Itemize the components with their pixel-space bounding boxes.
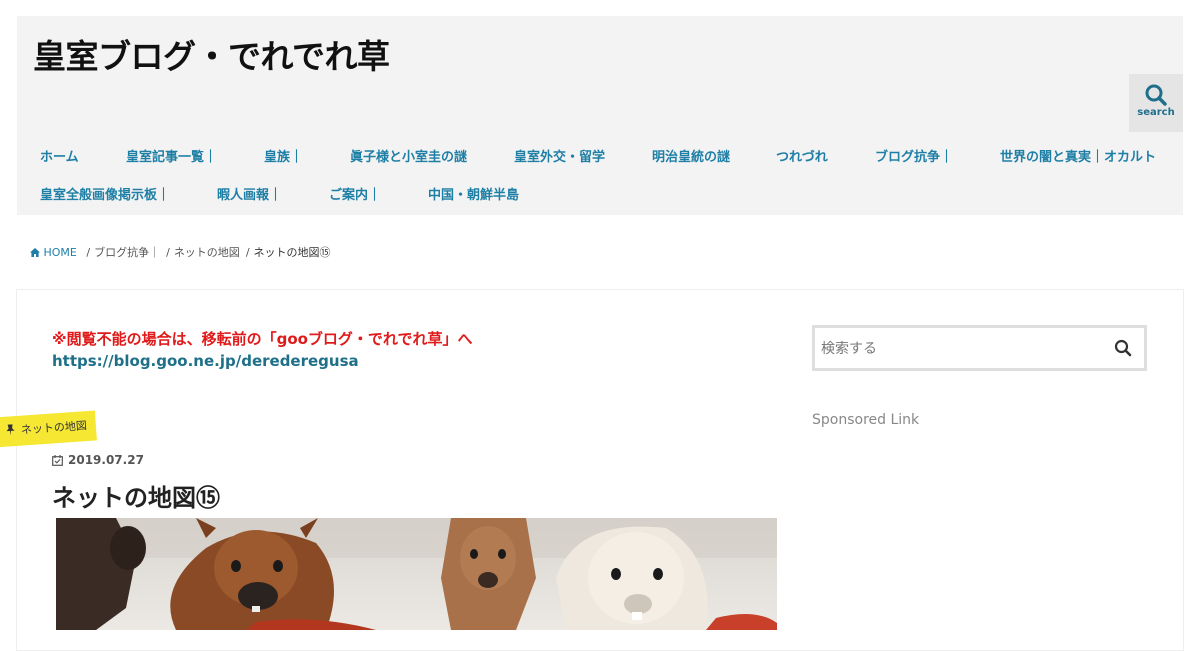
sidebar-search-input[interactable] — [819, 338, 1093, 360]
notice-link[interactable]: https://blog.goo.ne.jp/derederegusa — [52, 352, 359, 370]
main-nav: ホーム 皇室記事一覧｜ 皇族｜ 眞子様と小室圭の謎 皇室外交・留学 明治皇統の謎… — [17, 136, 1183, 212]
nav-item-article-list[interactable]: 皇室記事一覧｜ — [126, 146, 217, 165]
notice-text: ※閲覧不能の場合は、移転前の「gooブログ・でれでれ草」へ — [52, 330, 473, 348]
nav-row-1: ホーム 皇室記事一覧｜ 皇族｜ 眞子様と小室圭の謎 皇室外交・留学 明治皇統の謎… — [17, 136, 1183, 174]
sidebar-search — [812, 325, 1147, 371]
nav-item-image-board[interactable]: 皇室全般画像掲示板｜ — [40, 184, 170, 203]
nav-item-blog-dispute[interactable]: ブログ抗争｜ — [875, 146, 953, 165]
post-date-value: 2019.07.27 — [68, 453, 144, 467]
search-icon — [1145, 84, 1167, 106]
site-header: 皇室ブログ・でれでれ草 search ホーム 皇室記事一覧｜ 皇族｜ 眞子様と小… — [17, 16, 1183, 215]
nav-item-royal-family[interactable]: 皇族｜ — [264, 146, 303, 165]
nav-item-occult[interactable]: 世界の闇と真実｜オカルト — [1000, 146, 1156, 165]
nav-item-meiji[interactable]: 明治皇統の謎 — [652, 146, 730, 165]
post-date: 2019.07.27 — [52, 453, 144, 467]
post-title: ネットの地図⑮ — [52, 484, 220, 512]
pin-icon — [5, 416, 16, 447]
breadcrumb-current: ネットの地図⑮ — [253, 246, 331, 259]
search-icon[interactable] — [1114, 339, 1132, 361]
nav-item-diplomacy[interactable]: 皇室外交・留学 — [514, 146, 605, 165]
header-search-button[interactable]: search — [1129, 74, 1183, 132]
breadcrumb-item-net-map[interactable]: ネットの地図 — [174, 246, 240, 259]
breadcrumb-home[interactable]: HOME — [30, 246, 80, 259]
breadcrumb-home-label: HOME — [43, 246, 77, 259]
nav-item-china-korea[interactable]: 中国・朝鮮半島 — [428, 184, 519, 203]
breadcrumb-item-blog-dispute[interactable]: ブログ抗争｜ — [94, 246, 160, 259]
nav-row-2: 皇室全般画像掲示板｜ 暇人画報｜ ご案内｜ 中国・朝鮮半島 — [17, 174, 1183, 212]
home-icon — [30, 248, 40, 257]
breadcrumb: HOME / ブログ抗争｜ / ネットの地図 / ネットの地図⑮ — [30, 244, 335, 260]
site-title[interactable]: 皇室ブログ・でれでれ草 — [33, 30, 390, 78]
nav-item-mako-komuro[interactable]: 眞子様と小室圭の謎 — [350, 146, 467, 165]
post-featured-image — [56, 518, 777, 630]
search-button-label: search — [1137, 107, 1175, 118]
sponsored-link-label: Sponsored Link — [812, 412, 920, 428]
calendar-icon — [52, 455, 63, 466]
nav-item-himajin[interactable]: 暇人画報｜ — [217, 184, 282, 203]
nav-item-tsurezure[interactable]: つれづれ — [776, 146, 828, 165]
nav-item-guide[interactable]: ご案内｜ — [329, 184, 381, 203]
category-tag-label: ネットの地図 — [20, 419, 88, 437]
nav-item-home[interactable]: ホーム — [40, 146, 79, 165]
